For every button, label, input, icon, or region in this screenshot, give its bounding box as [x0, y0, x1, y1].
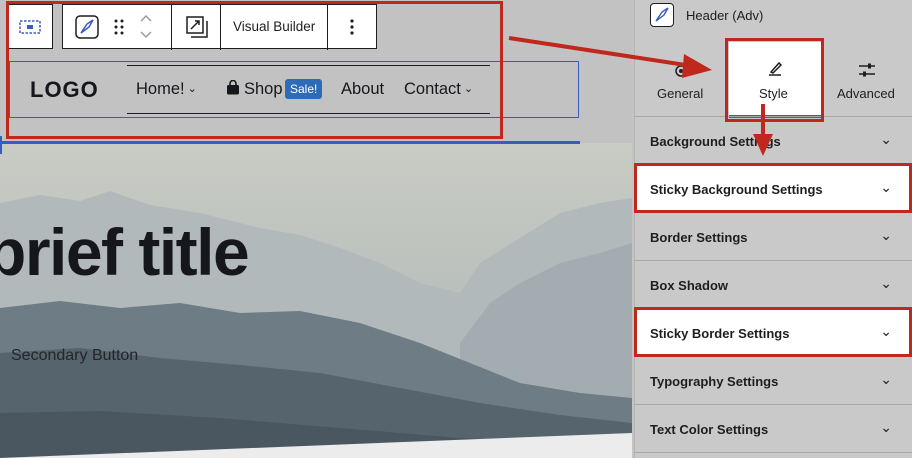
- sliders-icon: [859, 63, 875, 77]
- secondary-button[interactable]: Secondary Button: [11, 347, 138, 365]
- section-box-shadow[interactable]: Box Shadow ⌄: [634, 262, 912, 309]
- tab-advanced-label: Advanced: [837, 86, 895, 101]
- selection-outline: [0, 141, 580, 144]
- chevron-down-icon: ⌄: [880, 419, 892, 435]
- chevron-down-icon: ⌄: [880, 371, 892, 387]
- section-border-settings[interactable]: Border Settings ⌄: [634, 214, 912, 261]
- tab-general[interactable]: General: [636, 50, 726, 114]
- chevron-down-icon: ⌄: [880, 131, 892, 147]
- section-label: Typography Settings: [650, 374, 779, 389]
- tab-advanced[interactable]: Advanced: [822, 50, 912, 114]
- panel-title: Header (Adv): [686, 8, 764, 23]
- annotation-box-sticky-background: [634, 163, 912, 213]
- chevron-down-icon: ⌄: [880, 227, 892, 243]
- tab-general-label: General: [657, 86, 704, 101]
- annotation-box-header: [6, 1, 503, 139]
- annotation-box-style-tab: [725, 38, 824, 122]
- section-label: Border Settings: [650, 230, 748, 245]
- section-typography-settings[interactable]: Typography Settings ⌄: [634, 358, 912, 405]
- hero-title[interactable]: brief title: [0, 214, 250, 290]
- gear-icon: [675, 65, 687, 77]
- section-label: Background Settings: [650, 134, 781, 149]
- hero-background-image: [0, 143, 632, 458]
- chevron-down-icon: ⌄: [880, 275, 892, 291]
- annotation-box-sticky-border: [634, 307, 912, 357]
- compass-icon: [650, 3, 674, 27]
- section-label: Text Color Settings: [650, 422, 769, 437]
- section-label: Box Shadow: [650, 278, 729, 293]
- section-text-color-settings[interactable]: Text Color Settings ⌄: [634, 406, 912, 453]
- selection-marker: [0, 136, 2, 154]
- section-background-settings[interactable]: Background Settings ⌄: [634, 118, 912, 165]
